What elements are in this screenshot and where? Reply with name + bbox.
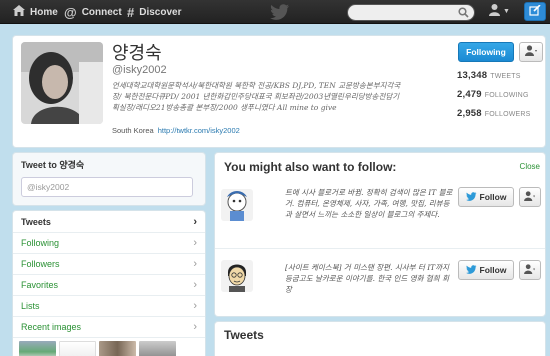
suggestion-avatar[interactable] xyxy=(221,260,253,292)
hashtag-icon: # xyxy=(127,4,135,20)
suggestion-item: 트에 시사 블로거로 바뀜. 정확히 검색이 많은 IT 블로거. 컴퓨터, 온… xyxy=(215,183,545,243)
chevron-right-icon: › xyxy=(193,215,197,228)
who-to-follow-panel: You might also want to follow: Close 트에 … xyxy=(214,152,546,317)
top-nav-bar: Home @ Connect # Discover ▼ xyxy=(0,0,550,24)
user-icon xyxy=(524,263,536,277)
compose-tweet-button[interactable] xyxy=(524,2,546,21)
profile-handle: @isky2002 xyxy=(112,64,167,76)
following-count-link[interactable]: 2,479 FOLLOWING xyxy=(457,89,529,100)
search-icon[interactable] xyxy=(458,7,469,21)
who-to-follow-title: You might also want to follow: xyxy=(224,160,397,174)
home-icon xyxy=(13,5,25,19)
suggestion-item: [사이트 케이스북] 거 미스탠 장편. 시사부 터 IT까지 등굽고도 날카로… xyxy=(215,256,545,316)
followers-count-link[interactable]: 2,958 FOLLOWERS xyxy=(457,108,531,119)
profile-location: South Korea xyxy=(112,126,154,135)
user-actions-button[interactable] xyxy=(519,42,543,62)
nav-item-tweets[interactable]: Tweets › xyxy=(13,211,205,232)
nav-item-following[interactable]: Following › xyxy=(13,232,205,253)
right-column: You might also want to follow: Close 트에 … xyxy=(214,152,546,356)
user-actions-button[interactable] xyxy=(519,187,541,207)
follow-button[interactable]: Follow xyxy=(458,260,514,280)
nav-item-favorites[interactable]: Favorites › xyxy=(13,274,205,295)
search-input[interactable] xyxy=(347,4,475,21)
nav-item-recent-images[interactable]: Recent images › xyxy=(13,316,205,337)
divider xyxy=(215,248,545,249)
recent-image-thumbnail[interactable] xyxy=(19,341,56,356)
suggestion-avatar[interactable] xyxy=(221,189,253,221)
chevron-right-icon: › xyxy=(193,258,197,270)
recent-images-strip xyxy=(13,337,205,356)
recent-image-thumbnail[interactable] xyxy=(59,341,96,356)
profile-url-link[interactable]: http://twtkr.com/isky2002 xyxy=(158,126,240,135)
user-icon xyxy=(524,45,538,59)
profile-location-url: South Korea http://twtkr.com/isky2002 xyxy=(112,126,240,135)
user-icon xyxy=(488,3,501,19)
tweets-count-link[interactable]: 13,348 TWEETS xyxy=(457,70,521,81)
nav-item-followers[interactable]: Followers › xyxy=(13,253,205,274)
tweets-heading: Tweets xyxy=(224,328,264,342)
discover-link[interactable]: # Discover xyxy=(127,0,181,24)
suggestion-bio: 트에 시사 블로거로 바뀜. 정확히 검색이 많은 IT 블로거. 컴퓨터, 온… xyxy=(285,188,453,219)
chevron-right-icon: › xyxy=(193,279,197,291)
tweet-to-input[interactable]: @isky2002 xyxy=(21,177,193,197)
profile-bio: 언세대학교대학원문학석사/북한대학원 북한학 전공/KBS DJ,PD, TEN… xyxy=(112,81,401,112)
user-icon xyxy=(524,190,536,204)
tweet-to-box: Tweet to 양경숙 @isky2002 xyxy=(12,152,206,206)
recent-image-thumbnail[interactable] xyxy=(139,341,176,356)
home-link[interactable]: Home xyxy=(13,0,58,24)
tweet-to-title: Tweet to 양경숙 xyxy=(21,160,85,170)
follow-button[interactable]: Follow xyxy=(458,187,514,207)
close-link[interactable]: Close xyxy=(520,162,540,171)
chevron-right-icon: › xyxy=(193,300,197,312)
profile-nav-menu: Tweets › Following › Followers › Favorites ›… xyxy=(12,210,206,356)
caret-down-icon: ▼ xyxy=(503,7,510,15)
left-column: Tweet to 양경숙 @isky2002 Tweets › Following… xyxy=(12,152,206,356)
chevron-right-icon: › xyxy=(193,237,197,249)
twitter-bird-icon[interactable] xyxy=(270,4,290,23)
recent-image-thumbnail[interactable] xyxy=(99,341,136,356)
twitter-bird-icon xyxy=(465,191,477,203)
user-actions-button[interactable] xyxy=(519,260,541,280)
compose-icon xyxy=(529,3,541,19)
nav-item-lists[interactable]: Lists › xyxy=(13,295,205,316)
chevron-right-icon: › xyxy=(193,321,197,333)
suggestion-bio: [사이트 케이스북] 거 미스탠 장편. 시사부 터 IT까지 등굽고도 날카로… xyxy=(285,263,449,294)
profile-avatar[interactable] xyxy=(21,42,103,124)
following-button[interactable]: Following xyxy=(458,42,514,62)
account-menu[interactable]: ▼ xyxy=(488,3,510,19)
tweets-panel: Tweets xyxy=(214,321,546,356)
at-icon: @ xyxy=(64,4,77,20)
twitter-bird-icon xyxy=(465,264,477,276)
connect-link[interactable]: @ Connect xyxy=(64,0,122,24)
profile-name: 양경숙 xyxy=(112,43,162,63)
profile-card: 양경숙 @isky2002 언세대학교대학원문학석사/북한대학원 북한학 전공/… xyxy=(12,35,546,148)
